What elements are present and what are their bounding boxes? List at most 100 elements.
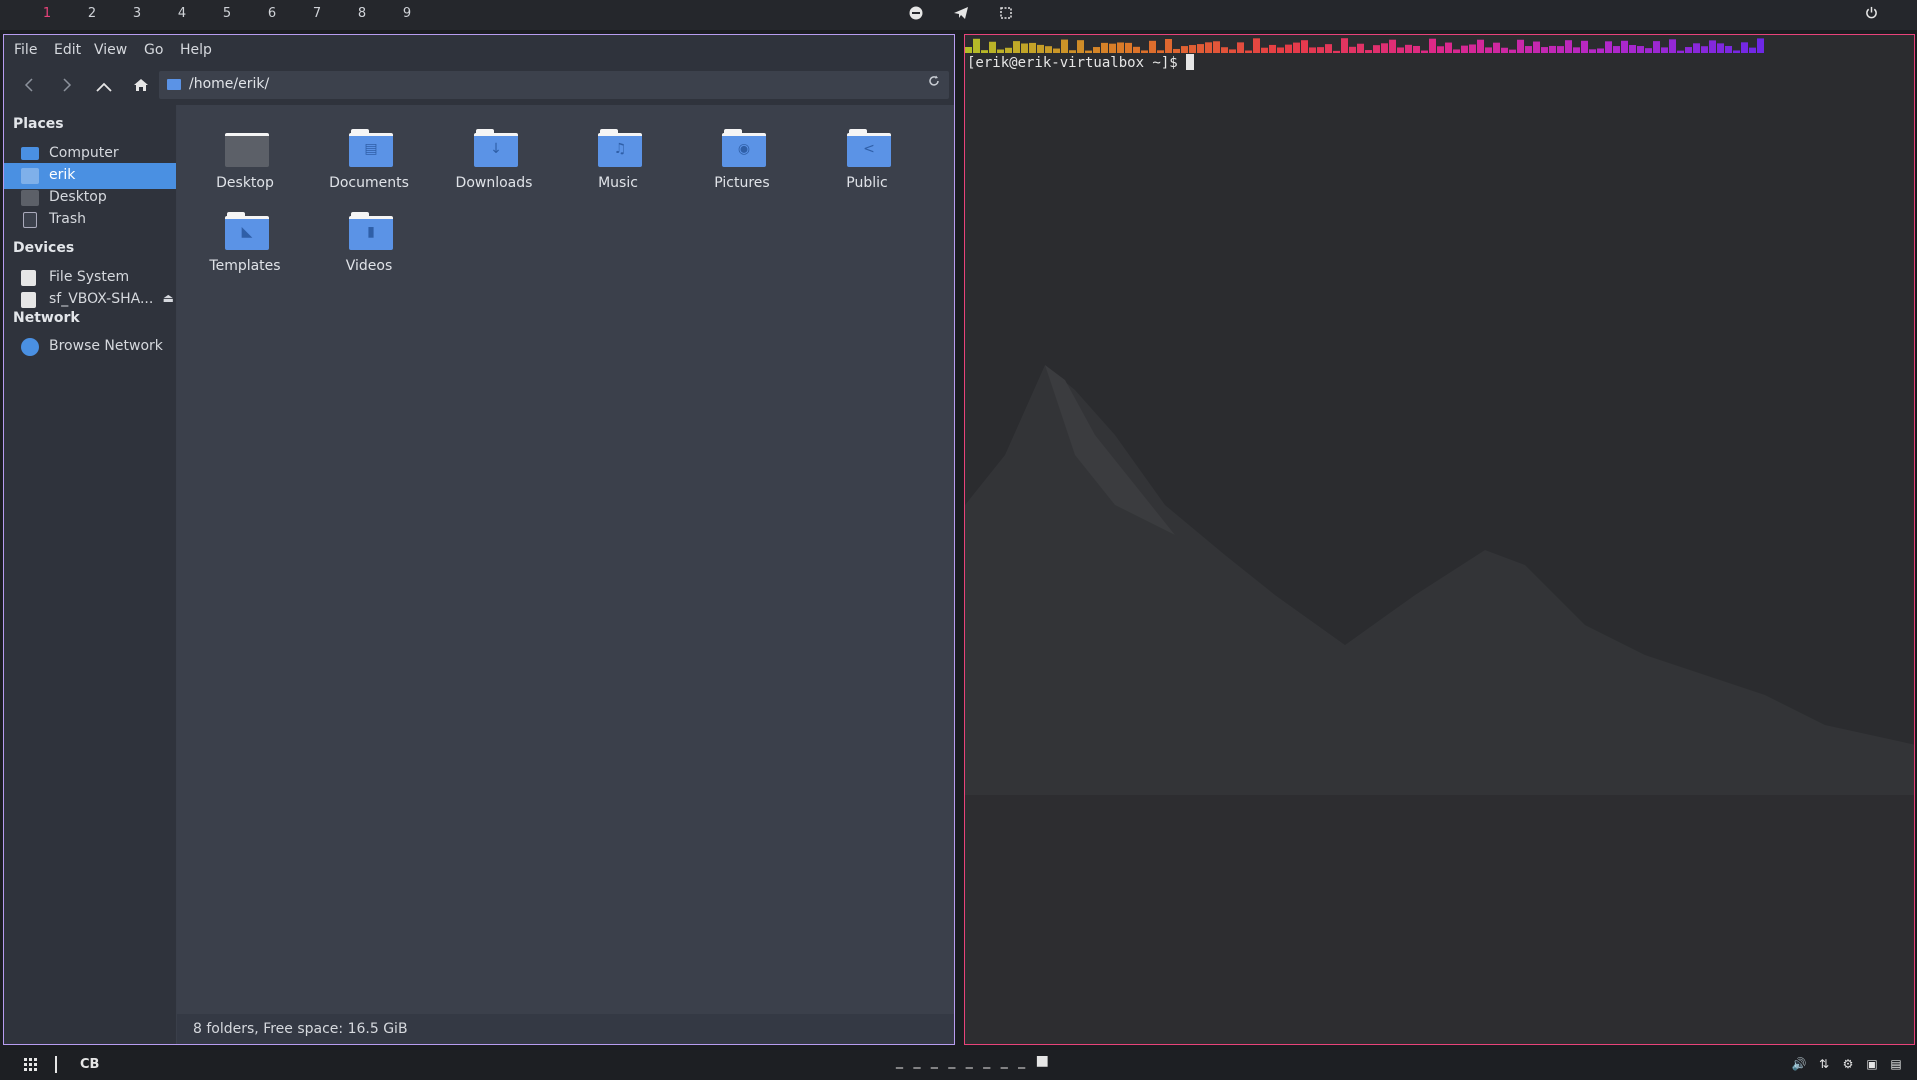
menu-view[interactable]: View <box>94 42 127 58</box>
path-text: /home/erik/ <box>189 76 270 92</box>
location-bar[interactable]: /home/erik/ <box>159 71 949 99</box>
visualizer-bar <box>1501 47 1508 53</box>
volume-icon[interactable]: 🔊 <box>1791 1057 1807 1073</box>
visualizer-bar <box>1237 42 1244 53</box>
visualizer-bar <box>989 41 996 53</box>
visualizer-bar <box>1605 41 1612 53</box>
visualizer-bar <box>1493 42 1500 53</box>
eject-icon[interactable]: ⏏ <box>163 291 174 305</box>
refresh-icon[interactable] <box>925 75 943 93</box>
visualizer-bar <box>1717 43 1724 53</box>
menu-file[interactable]: File <box>14 42 37 58</box>
workspace-1[interactable]: 1 <box>38 6 56 21</box>
terminal-prompt[interactable]: [erik@erik-virtualbox ~]$ <box>967 54 1195 71</box>
visualizer-bar <box>1309 47 1316 53</box>
clipboard-icon[interactable]: ▤ <box>1888 1057 1904 1073</box>
power-icon[interactable] <box>1862 6 1880 24</box>
menu-help[interactable]: Help <box>180 42 212 58</box>
workspace-8[interactable]: 8 <box>353 6 371 21</box>
audio-visualizer <box>965 38 1764 53</box>
forward-button[interactable] <box>56 76 78 98</box>
visualizer-bar <box>1253 38 1260 53</box>
sidebar-item-trash[interactable]: Trash <box>4 207 176 233</box>
sidebar-item-browse-network[interactable]: Browse Network <box>4 334 176 360</box>
visualizer-bar <box>1437 46 1444 53</box>
up-button[interactable] <box>93 76 115 98</box>
visualizer-bar <box>1317 47 1324 53</box>
visualizer-bar <box>1181 46 1188 53</box>
terminal-window[interactable]: [erik@erik-virtualbox ~]$ <box>964 34 1915 1045</box>
screenshot-icon[interactable] <box>997 6 1015 24</box>
visualizer-bar <box>1365 50 1372 53</box>
visualizer-bar <box>997 49 1004 53</box>
visualizer-bar <box>1469 44 1476 53</box>
file-label: Music <box>598 175 638 191</box>
documents-folder-icon: ▤ <box>349 129 393 167</box>
visualizer-bar <box>1397 47 1404 53</box>
workspace-5[interactable]: 5 <box>218 6 236 21</box>
file-item-music[interactable]: ♫ Music <box>563 117 673 195</box>
menu-edit[interactable]: Edit <box>54 42 81 58</box>
visualizer-bar <box>1741 42 1748 53</box>
trash-icon <box>23 212 37 228</box>
back-button[interactable] <box>18 76 40 98</box>
window-indicators: _ _ _ _ _ _ _ _ ■ <box>896 1053 1052 1069</box>
pictures-folder-icon: ◉ <box>722 129 766 167</box>
file-view: Desktop ▤ Documents ↓ Downloads ♫ Music … <box>177 105 954 1014</box>
workspace-9[interactable]: 9 <box>398 6 416 21</box>
settings-gear-icon[interactable]: ⚙ <box>1840 1057 1856 1073</box>
workspace-3[interactable]: 3 <box>128 6 146 21</box>
visualizer-bar <box>1509 49 1516 53</box>
top-bar: 1 2 3 4 5 6 7 8 9 <box>0 0 1917 30</box>
visualizer-bar <box>1101 42 1108 53</box>
workspace-6[interactable]: 6 <box>263 6 281 21</box>
visualizer-bar <box>1733 50 1740 53</box>
display-icon[interactable]: ▣ <box>1864 1057 1880 1073</box>
file-item-downloads[interactable]: ↓ Downloads <box>439 117 549 195</box>
visualizer-bar <box>1381 43 1388 53</box>
sidebar-item-label: Computer <box>49 145 119 161</box>
visualizer-bar <box>1461 45 1468 53</box>
visualizer-bar <box>1005 47 1012 53</box>
file-item-desktop[interactable]: Desktop <box>190 117 300 195</box>
workspace-7[interactable]: 7 <box>308 6 326 21</box>
workspace-4[interactable]: 4 <box>173 6 191 21</box>
visualizer-bar <box>1277 47 1284 53</box>
separator <box>55 1056 57 1073</box>
visualizer-bar <box>1285 44 1292 53</box>
pacman-icon[interactable] <box>907 6 925 24</box>
visualizer-bar <box>1637 46 1644 53</box>
menu-go[interactable]: Go <box>144 42 163 58</box>
file-item-templates[interactable]: ◣ Templates <box>190 200 300 278</box>
visualizer-bar <box>1037 44 1044 53</box>
visualizer-bar <box>1149 40 1156 53</box>
music-folder-icon: ♫ <box>598 129 642 167</box>
visualizer-bar <box>1293 42 1300 53</box>
sidebar-item-label: erik <box>49 167 76 183</box>
network-arrows-icon[interactable]: ⇅ <box>1816 1057 1832 1073</box>
desktop-folder-icon <box>225 133 269 167</box>
visualizer-bar <box>981 50 988 53</box>
file-label: Pictures <box>714 175 770 191</box>
folder-icon <box>167 79 181 90</box>
visualizer-bar <box>973 38 980 53</box>
public-folder-icon: < <box>847 129 891 167</box>
visualizer-bar <box>1421 50 1428 53</box>
visualizer-bar <box>1085 50 1092 53</box>
telegram-icon[interactable] <box>952 6 970 24</box>
visualizer-bar <box>1429 38 1436 53</box>
workspace-2[interactable]: 2 <box>83 6 101 21</box>
home-button[interactable] <box>130 76 152 98</box>
file-item-documents[interactable]: ▤ Documents <box>314 117 424 195</box>
layout-indicator[interactable]: CB <box>80 1057 99 1072</box>
file-item-pictures[interactable]: ◉ Pictures <box>687 117 797 195</box>
visualizer-bar <box>1093 47 1100 53</box>
visualizer-bar <box>1701 46 1708 53</box>
file-item-videos[interactable]: ▮ Videos <box>314 200 424 278</box>
visualizer-bar <box>1341 38 1348 53</box>
visualizer-bar <box>1573 47 1580 53</box>
app-grid-icon[interactable] <box>24 1058 39 1072</box>
visualizer-bar <box>1677 50 1684 53</box>
file-item-public[interactable]: < Public <box>812 117 922 195</box>
sidebar-item-label: sf_VBOX-SHA... <box>49 291 154 307</box>
